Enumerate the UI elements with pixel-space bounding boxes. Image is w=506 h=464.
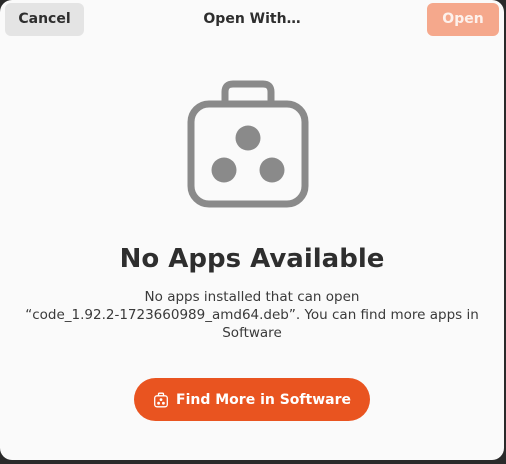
description-line: “code_1.92.2-1723660989_amd64.deb”. You … bbox=[25, 307, 479, 323]
find-more-in-software-button[interactable]: Find More in Software bbox=[134, 378, 370, 421]
open-with-dialog: Cancel Open With… Open No Apps Available… bbox=[0, 0, 504, 460]
description-line: Software bbox=[222, 325, 282, 341]
software-bag-icon bbox=[187, 80, 309, 208]
dialog-title: Open With… bbox=[203, 11, 301, 27]
status-heading: No Apps Available bbox=[119, 244, 385, 274]
header-bar: Cancel Open With… Open bbox=[0, 0, 504, 40]
software-bag-icon bbox=[154, 392, 168, 407]
status-description: No apps installed that can open “code_1.… bbox=[20, 288, 484, 342]
find-more-label: Find More in Software bbox=[176, 391, 351, 408]
open-button[interactable]: Open bbox=[427, 3, 499, 36]
description-line: No apps installed that can open bbox=[144, 289, 360, 305]
cancel-button[interactable]: Cancel bbox=[5, 3, 84, 36]
